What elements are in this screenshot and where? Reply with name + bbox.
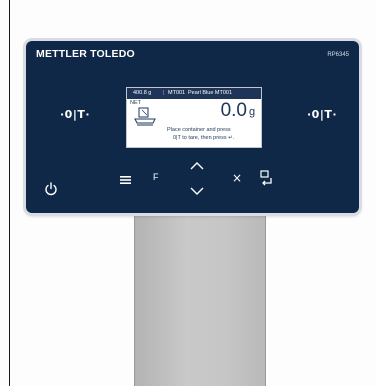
- chevron-down-icon[interactable]: [190, 187, 204, 196]
- enter-icon[interactable]: [259, 169, 277, 187]
- menu-icon[interactable]: [120, 175, 132, 185]
- zero-tare-right-button[interactable]: ·0|T·: [307, 108, 337, 121]
- instruction-line-2: 0|T to tare, then press ↵.: [173, 135, 235, 141]
- scale-stand: [134, 210, 266, 386]
- chevron-up-icon[interactable]: [190, 161, 204, 170]
- net-mode-label: NET: [130, 100, 141, 106]
- power-icon[interactable]: [44, 182, 58, 196]
- display-screen[interactable]: 400.8 g | MT001 Pearl Blue MT001 NET 0.0…: [126, 87, 262, 148]
- brand-logo: METTLER TOLEDO: [36, 48, 135, 60]
- instruction-line-1: Place container and press: [167, 127, 231, 133]
- frame-edge: [9, 0, 10, 386]
- container-icon: [134, 107, 156, 126]
- header-separator: |: [163, 90, 165, 96]
- item-name: Pearl Blue MT001: [188, 90, 233, 96]
- scale-scene: METTLER TOLEDO RP6345 ·0|T· ·0|T· 400.8 …: [0, 0, 376, 386]
- model-label: RP6345: [327, 52, 349, 58]
- weight-unit: g: [249, 106, 256, 118]
- weight-value: 0.0: [220, 100, 247, 121]
- instruction-text: Place container and press 0|T to tare, t…: [167, 126, 259, 142]
- weighing-terminal: METTLER TOLEDO RP6345 ·0|T· ·0|T· 400.8 …: [26, 41, 359, 213]
- capacity-label: 400.8 g: [133, 90, 152, 96]
- screen-header: 400.8 g | MT001 Pearl Blue MT001: [127, 88, 261, 99]
- function-key[interactable]: F: [153, 172, 159, 182]
- close-icon[interactable]: ×: [232, 171, 242, 185]
- zero-tare-left-button[interactable]: ·0|T·: [60, 108, 90, 121]
- item-code: MT001: [168, 90, 186, 96]
